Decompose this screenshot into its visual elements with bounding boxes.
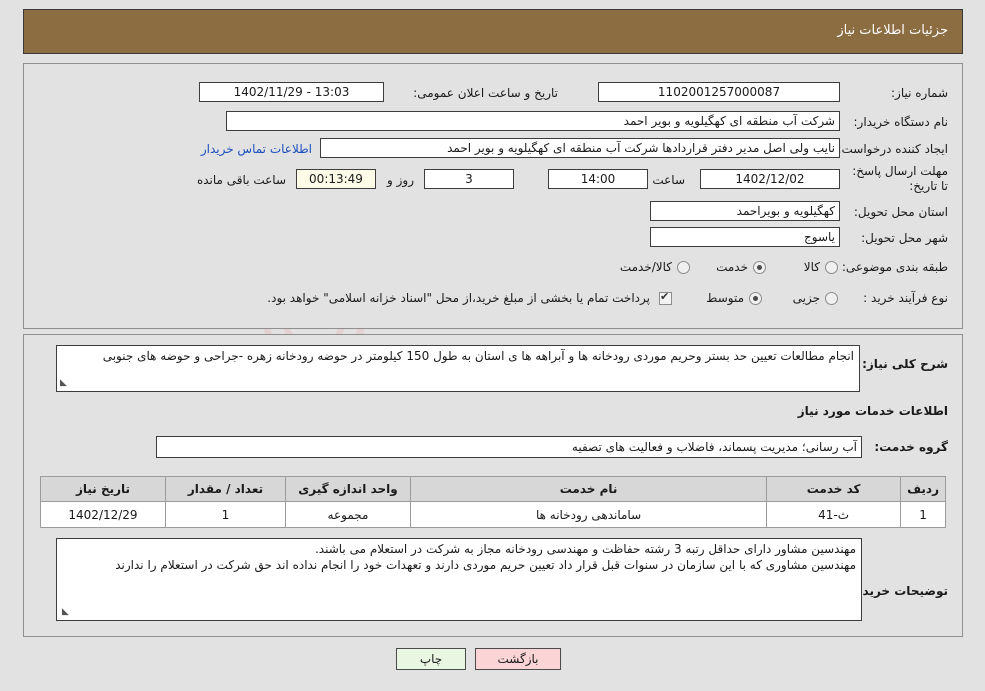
radio-category-goods-label: کالا: [803, 260, 820, 274]
cell-row-number: 1: [900, 501, 946, 528]
deadline-date-value: 1402/12/02: [700, 169, 840, 189]
delivery-city-value: یاسوج: [650, 227, 840, 247]
checkbox-islamic-treasury[interactable]: [659, 290, 672, 305]
days-remaining-label: روز و: [387, 173, 414, 187]
subject-category-label: طبقه بندی موضوعی:: [841, 260, 948, 274]
delivery-city-label: شهر محل تحویل:: [861, 231, 948, 245]
table-header-row: ردیف کد خدمت نام خدمت واحد اندازه گیری ت…: [40, 476, 946, 502]
deadline-hour-label: ساعت: [652, 173, 685, 187]
need-number-label: شماره نیاز:: [891, 86, 948, 100]
announce-datetime-value: 13:03 - 1402/11/29: [199, 82, 384, 102]
col-need-date: تاریخ نیاز: [40, 476, 166, 502]
radio-category-service-label: خدمت: [716, 260, 748, 274]
cell-service-name: ساماندهی رودخانه ها: [409, 501, 768, 528]
general-description-value[interactable]: انجام مطالعات تعیین حد بستر وحریم موردی …: [56, 345, 860, 392]
radio-category-service[interactable]: [753, 261, 766, 274]
col-service-name: نام خدمت: [409, 476, 768, 502]
buyer-contact-link[interactable]: اطلاعات تماس خریدار: [201, 142, 312, 156]
print-button[interactable]: چاپ: [396, 648, 466, 670]
page-header: جزئیات اطلاعات نیاز: [23, 9, 963, 54]
creator-label: ایجاد کننده درخواست:: [837, 142, 948, 156]
radio-category-goods-service[interactable]: [677, 261, 690, 274]
buyer-org-value: شرکت آب منطقه ای کهگیلویه و بویر احمد: [226, 111, 840, 131]
resize-grip-icon[interactable]: ◢: [62, 607, 72, 617]
hours-remaining-label: ساعت باقی مانده: [196, 173, 286, 187]
deadline-label: مهلت ارسال پاسخ: تا تاریخ:: [852, 164, 948, 193]
radio-process-minor[interactable]: [825, 292, 838, 305]
services-table: ردیف کد خدمت نام خدمت واحد اندازه گیری ت…: [40, 476, 946, 528]
need-number-value: 1102001257000087: [598, 82, 840, 102]
islamic-treasury-text: پرداخت تمام یا بخشی از مبلغ خرید،از محل …: [267, 291, 650, 305]
radio-category-goods-service-label: کالا/خدمت: [619, 260, 672, 274]
radio-category-goods[interactable]: [825, 261, 838, 274]
cell-service-code: ث-41: [766, 501, 902, 528]
col-service-code: کد خدمت: [766, 476, 902, 502]
buyer-notes-value[interactable]: مهندسین مشاور دارای حداقل رتبه 3 رشته حف…: [56, 538, 862, 621]
cell-quantity: 1: [165, 501, 286, 528]
delivery-province-value: کهگیلویه و بویراحمد: [650, 201, 840, 221]
announce-datetime-label: تاریخ و ساعت اعلان عمومی:: [413, 86, 558, 100]
countdown-timer: 00:13:49: [296, 169, 376, 189]
col-row-number: ردیف: [900, 476, 946, 502]
details-panel: شرح کلی نیاز: انجام مطالعات تعیین حد بست…: [23, 334, 963, 637]
resize-grip-icon[interactable]: ◢: [60, 378, 70, 388]
radio-process-minor-label: جزیی: [792, 291, 820, 305]
col-quantity: تعداد / مقدار: [165, 476, 286, 502]
need-info-panel: شماره نیاز: 1102001257000087 تاریخ و ساع…: [23, 63, 963, 329]
back-button[interactable]: بازگشت: [475, 648, 561, 670]
days-remaining-value: 3: [424, 169, 514, 189]
service-group-value: آب رسانی؛ مدیریت پسماند، فاضلاب و فعالیت…: [156, 436, 862, 458]
page-title: جزئیات اطلاعات نیاز: [837, 23, 948, 38]
cell-need-date: 1402/12/29: [40, 501, 166, 528]
delivery-province-label: استان محل تحویل:: [853, 205, 948, 219]
purchase-process-label: نوع فرآیند خرید :: [863, 291, 948, 305]
col-unit: واحد اندازه گیری: [285, 476, 411, 502]
radio-process-medium-label: متوسط: [706, 291, 744, 305]
services-section-heading: اطلاعات خدمات مورد نیاز: [797, 404, 948, 418]
service-group-label: گروه خدمت:: [874, 440, 948, 454]
creator-value: نایب ولی اصل مدیر دفتر قراردادها شرکت آب…: [320, 138, 840, 158]
radio-process-medium[interactable]: [749, 292, 762, 305]
deadline-hour-value: 14:00: [548, 169, 648, 189]
table-row: 1 ث-41 ساماندهی رودخانه ها مجموعه 1 1402…: [40, 501, 946, 528]
cell-unit: مجموعه: [285, 501, 411, 528]
buyer-org-label: نام دستگاه خریدار:: [853, 115, 949, 129]
general-description-label: شرح کلی نیاز:: [862, 357, 948, 371]
